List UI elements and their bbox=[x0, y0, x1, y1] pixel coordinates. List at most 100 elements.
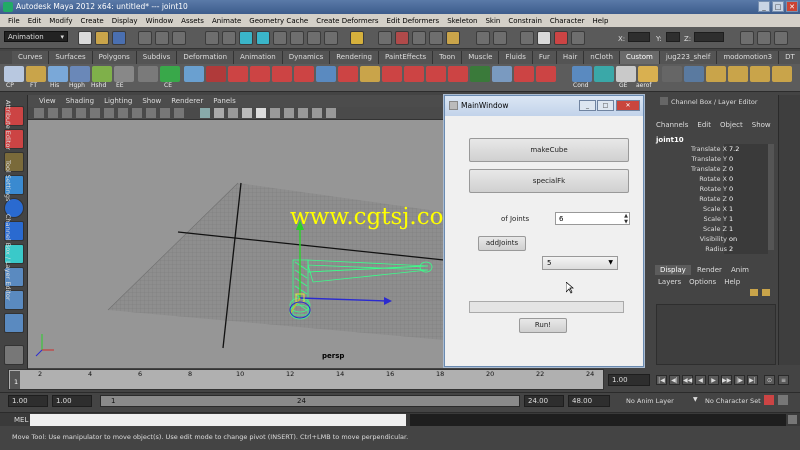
aim-constraint-icon[interactable] bbox=[404, 66, 424, 82]
edit-menu[interactable]: Edit bbox=[697, 121, 711, 132]
show-menu[interactable]: Show bbox=[752, 121, 771, 132]
pole-vector-icon[interactable] bbox=[426, 66, 446, 82]
isolate-select-icon[interactable] bbox=[284, 108, 294, 118]
shelf-tab-deformation[interactable]: Deformation bbox=[177, 51, 235, 64]
run-button[interactable]: Run! bbox=[519, 318, 567, 333]
new-scene-icon[interactable] bbox=[78, 31, 92, 45]
gate-mask-icon[interactable] bbox=[146, 108, 156, 118]
menu-edit-deformers[interactable]: Edit Deformers bbox=[383, 17, 444, 25]
his-shelf-icon[interactable] bbox=[48, 66, 68, 82]
ik-spline-icon[interactable] bbox=[228, 66, 248, 82]
layer-tab-render[interactable]: Render bbox=[692, 265, 727, 275]
menu-animate[interactable]: Animate bbox=[208, 17, 245, 25]
smooth-shade-icon[interactable] bbox=[214, 108, 224, 118]
dialog-close-button[interactable]: ✕ bbox=[616, 100, 640, 111]
film-gate-icon[interactable] bbox=[118, 108, 128, 118]
z-field[interactable] bbox=[694, 32, 724, 42]
maximize-button[interactable]: □ bbox=[772, 1, 784, 12]
joint-tool-icon[interactable] bbox=[184, 66, 204, 82]
shelf-tab-curves[interactable]: Curves bbox=[12, 51, 50, 64]
minimize-button[interactable]: _ bbox=[758, 1, 770, 12]
custom-shelf-icon-2[interactable] bbox=[684, 66, 704, 82]
set-driven-key-icon[interactable] bbox=[470, 66, 490, 82]
curve-tool-icon[interactable] bbox=[138, 66, 158, 82]
channel-row[interactable]: Rotate Y0 bbox=[655, 185, 773, 195]
dialog-minimize-button[interactable]: _ bbox=[579, 100, 596, 111]
xray-joints-icon[interactable] bbox=[312, 108, 322, 118]
character-set-dropdown[interactable]: No Character Set bbox=[705, 397, 761, 405]
snap-view-plane-icon[interactable] bbox=[429, 31, 443, 45]
new-layer-icon[interactable] bbox=[750, 289, 758, 296]
wireframe-icon[interactable] bbox=[200, 108, 210, 118]
lattice-icon[interactable] bbox=[316, 66, 336, 82]
menu-modify[interactable]: Modify bbox=[45, 17, 76, 25]
ge-shelf-icon[interactable] bbox=[616, 66, 636, 82]
add-joints-button[interactable]: addJoints bbox=[478, 236, 526, 251]
safe-action-icon[interactable] bbox=[174, 108, 184, 118]
lock-icon[interactable] bbox=[350, 31, 364, 45]
orient-constraint-icon[interactable] bbox=[382, 66, 402, 82]
joints-spinbox[interactable]: 6 ▲ ▼ bbox=[555, 212, 630, 225]
menu-set-dropdown[interactable]: Animation ▾ bbox=[4, 31, 68, 42]
save-scene-icon[interactable] bbox=[112, 31, 126, 45]
shelf-tab-painteffects[interactable]: PaintEffects bbox=[379, 51, 434, 64]
joints-count-combobox[interactable]: 5 ▼ bbox=[542, 256, 618, 270]
prefs-icon[interactable] bbox=[778, 395, 788, 405]
shelf-tab-surfaces[interactable]: Surfaces bbox=[49, 51, 93, 64]
select-object-icon[interactable] bbox=[155, 31, 169, 45]
menu-file[interactable]: File bbox=[4, 17, 24, 25]
input-ops-icon[interactable] bbox=[476, 31, 490, 45]
viewport-menu-panels[interactable]: Panels bbox=[208, 95, 241, 107]
cp-shelf-icon[interactable] bbox=[4, 66, 24, 82]
two-d-pan-icon[interactable] bbox=[90, 108, 100, 118]
shelf-tab-muscle[interactable]: Muscle bbox=[462, 51, 500, 64]
shelf-tab-ncloth[interactable]: nCloth bbox=[584, 51, 620, 64]
key-icon[interactable] bbox=[764, 395, 774, 405]
step-back-button[interactable]: ◀| bbox=[669, 375, 680, 385]
custom-shelf-icon-3[interactable] bbox=[706, 66, 726, 82]
attribute-editor-tab[interactable]: Attribute Editor bbox=[4, 100, 12, 150]
viewport-menu-show[interactable]: Show bbox=[137, 95, 166, 107]
mask-deformations-icon[interactable] bbox=[273, 31, 287, 45]
wireframe-on-shaded-icon[interactable] bbox=[228, 108, 238, 118]
go-to-end-button[interactable]: ▶| bbox=[747, 375, 758, 385]
mask-rendering-icon[interactable] bbox=[307, 31, 321, 45]
shelf-tab-fluids[interactable]: Fluids bbox=[499, 51, 533, 64]
parent-constraint-icon[interactable] bbox=[294, 66, 314, 82]
menu-assets[interactable]: Assets bbox=[177, 17, 208, 25]
viewport-menu-lighting[interactable]: Lighting bbox=[99, 95, 137, 107]
menu-help[interactable]: Help bbox=[588, 17, 612, 25]
layer-list[interactable] bbox=[656, 304, 776, 365]
shelf-tab-fur[interactable]: Fur bbox=[532, 51, 557, 64]
paint-weights-icon[interactable] bbox=[272, 66, 292, 82]
blendshape-icon[interactable] bbox=[360, 66, 380, 82]
ee-shelf-icon[interactable] bbox=[114, 66, 134, 82]
layer-tab-anim[interactable]: Anim bbox=[726, 265, 754, 275]
show-channel-box-icon[interactable] bbox=[774, 31, 788, 45]
special-fk-button[interactable]: specialFk bbox=[469, 169, 629, 193]
mask-dynamics-icon[interactable] bbox=[290, 31, 304, 45]
layout-outliner-icon[interactable] bbox=[4, 313, 24, 333]
hypergraph-shelf-icon[interactable] bbox=[70, 66, 90, 82]
options-menu[interactable]: Options bbox=[689, 278, 716, 288]
time-slider[interactable] bbox=[8, 369, 604, 390]
mel-command-input[interactable] bbox=[30, 414, 406, 426]
shadows-icon[interactable] bbox=[270, 108, 280, 118]
anim-start-field[interactable]: 1.00 bbox=[8, 395, 48, 407]
auto-key-button[interactable]: ⊙ bbox=[764, 375, 775, 385]
hud-icon[interactable] bbox=[326, 108, 336, 118]
shelf-tab-hair[interactable]: Hair bbox=[556, 51, 585, 64]
graph-editor-icon[interactable] bbox=[492, 66, 512, 82]
channel-row[interactable]: Scale Z1 bbox=[655, 225, 773, 235]
menu-skeleton[interactable]: Skeleton bbox=[443, 17, 481, 25]
show-attribute-editor-icon[interactable] bbox=[740, 31, 754, 45]
mel-label[interactable]: MEL bbox=[14, 416, 28, 424]
resolution-gate-icon[interactable] bbox=[132, 108, 142, 118]
select-component-icon[interactable] bbox=[172, 31, 186, 45]
x-field[interactable] bbox=[628, 32, 650, 42]
make-cube-button[interactable]: makeCube bbox=[469, 138, 629, 162]
step-forward-button[interactable]: |▶ bbox=[734, 375, 745, 385]
cond-shelf-icon[interactable] bbox=[572, 66, 592, 82]
snap-curve-icon[interactable] bbox=[395, 31, 409, 45]
custom-shelf-icon-4[interactable] bbox=[728, 66, 748, 82]
